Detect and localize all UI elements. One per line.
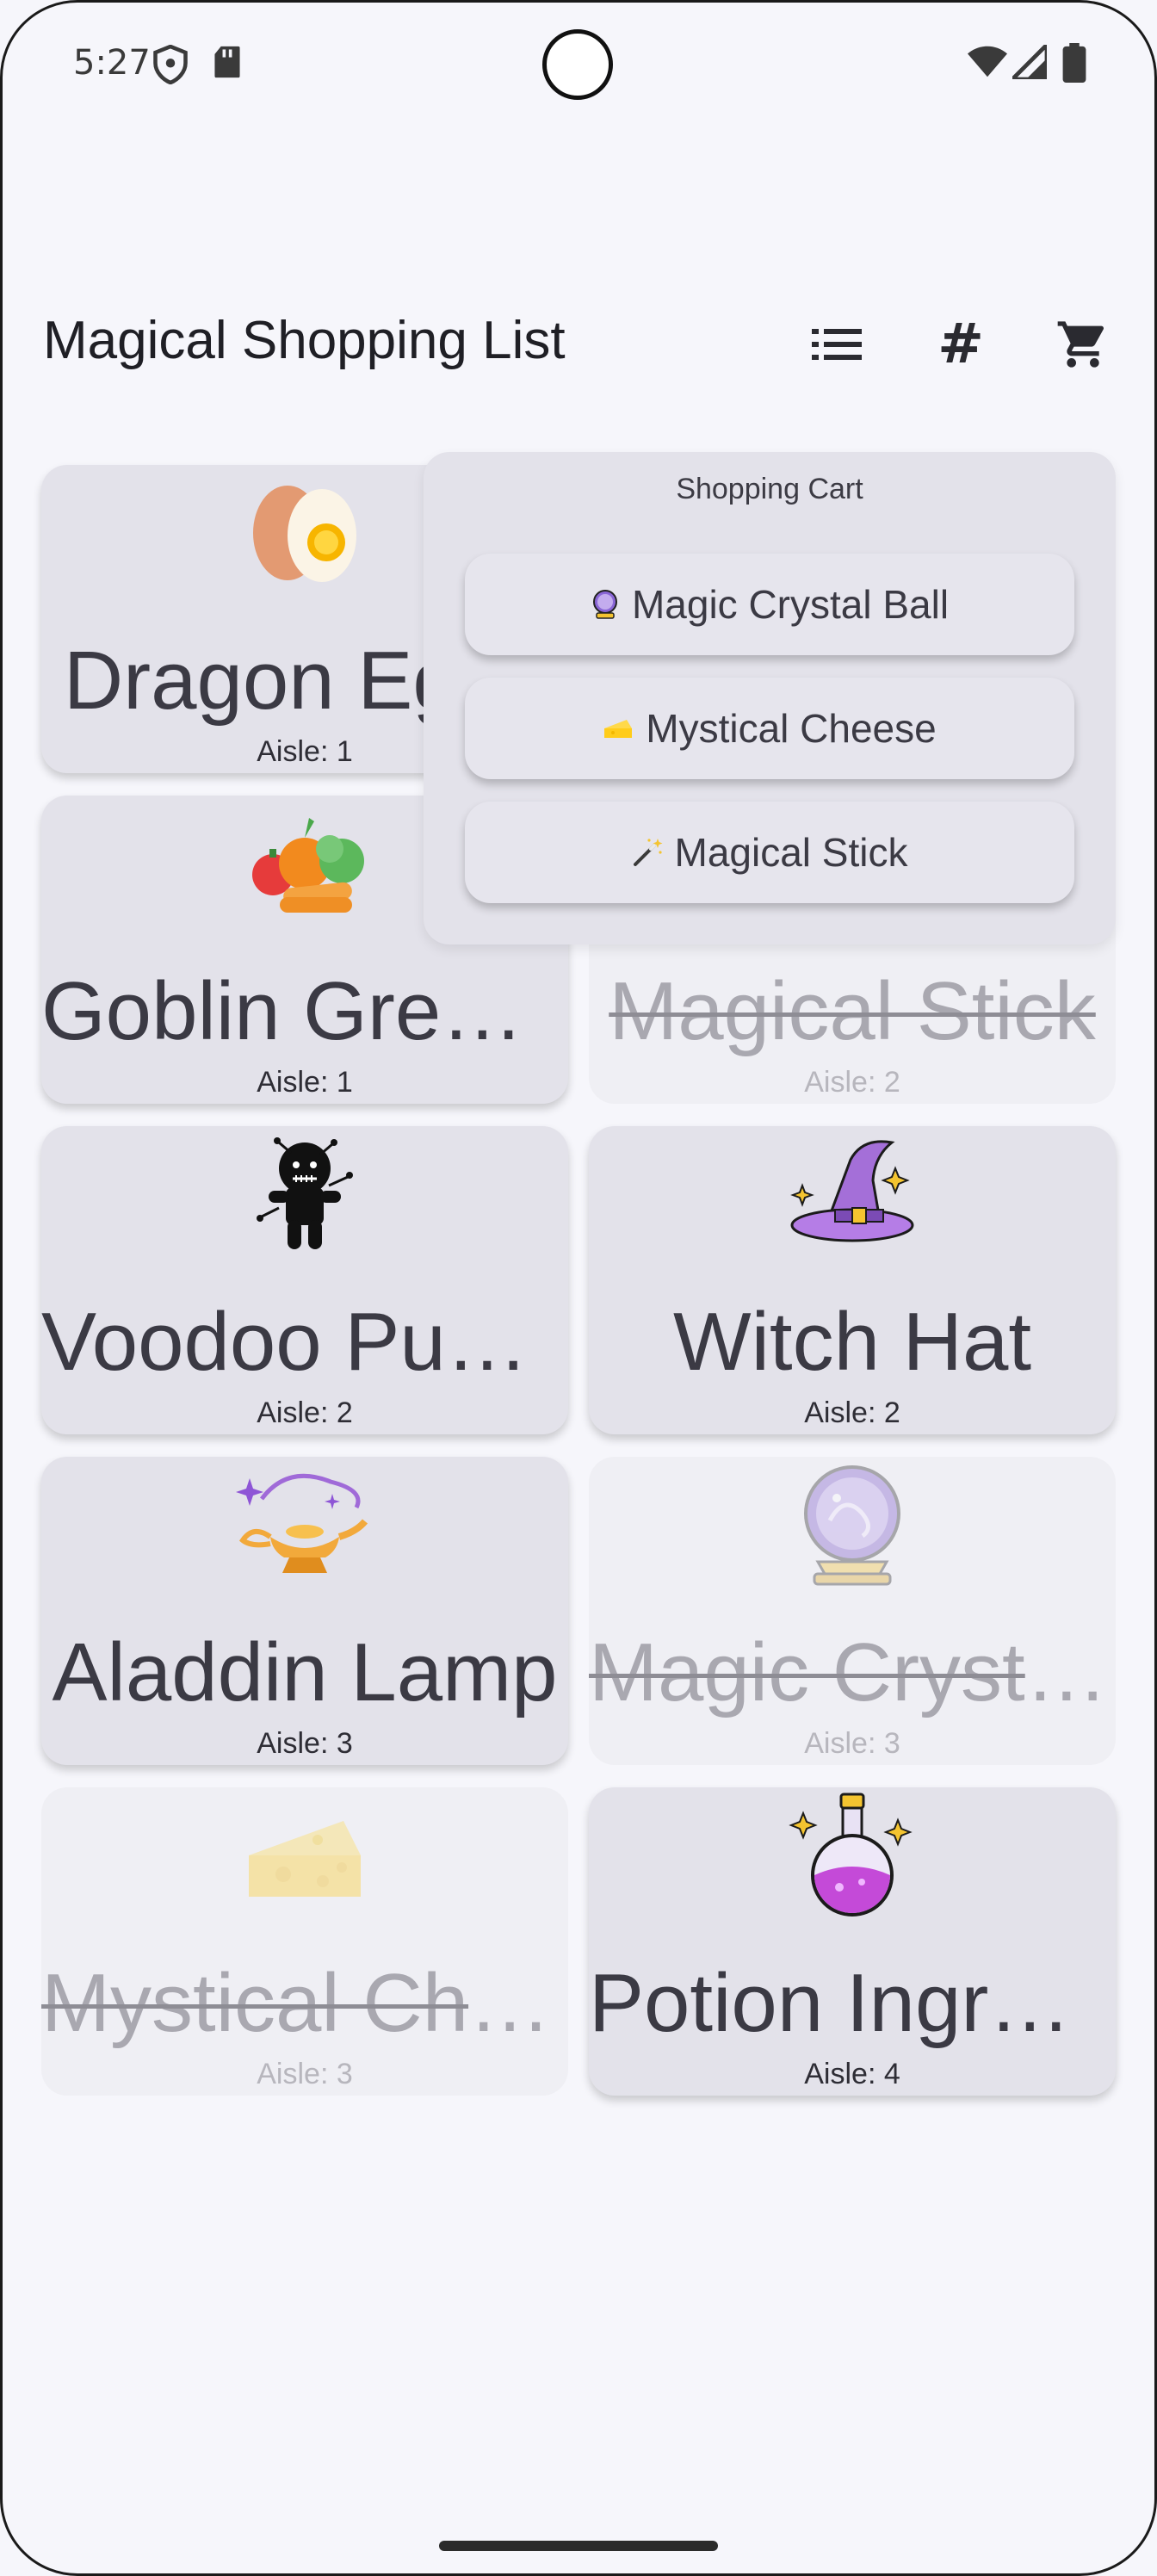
item-name: Voodoo Puppet	[41, 1296, 568, 1388]
magic-lamp-icon	[41, 1469, 568, 1581]
signal-icon	[1012, 45, 1047, 79]
item-aisle: Aisle: 3	[257, 1727, 353, 1760]
cheese-icon	[603, 716, 634, 740]
item-aisle: Aisle: 1	[257, 1066, 353, 1099]
item-aisle: Aisle: 4	[804, 2058, 900, 2090]
crystal-ball-icon	[589, 1465, 1116, 1586]
item-name: Witch Hat	[672, 1296, 1032, 1388]
potion-icon	[589, 1793, 1116, 1917]
cart-item-magic-crystal-ball[interactable]: Magic Crystal Ball	[465, 554, 1074, 655]
magic-wand-icon	[632, 837, 663, 868]
item-aisle: Aisle: 3	[257, 2058, 353, 2090]
item-aisle: Aisle: 2	[804, 1066, 900, 1099]
list-icon	[812, 329, 862, 360]
cart-heading: Shopping Cart	[676, 473, 863, 505]
battery-icon	[1062, 43, 1086, 83]
item-aisle: Aisle: 3	[804, 1727, 900, 1760]
item-name: Mystical Cheese	[41, 1957, 568, 2049]
cart-icon	[1057, 321, 1104, 368]
camera-cutout	[542, 29, 613, 100]
item-card-mystical-cheese[interactable]: Mystical Cheese Aisle: 3	[41, 1787, 568, 2096]
page-title: Magical Shopping List	[43, 311, 566, 370]
cart-item-label: Mystical Cheese	[646, 706, 937, 751]
home-indicator[interactable]	[439, 2541, 718, 2551]
cart-item-magical-stick[interactable]: Magical Stick	[465, 802, 1074, 903]
item-name: Magical Stick	[609, 965, 1096, 1057]
item-aisle: Aisle: 2	[257, 1396, 353, 1429]
item-card-magic-crystal-ball[interactable]: Magic Crystal Ball Aisle: 3	[589, 1457, 1116, 1765]
hash-icon: #	[937, 313, 984, 376]
item-card-witch-hat[interactable]: Witch Hat Aisle: 2	[589, 1126, 1116, 1434]
voodoo-doll-icon	[41, 1137, 568, 1250]
cart-item-mystical-cheese[interactable]: Mystical Cheese	[465, 678, 1074, 779]
wifi-icon	[968, 46, 1007, 77]
item-name: Potion Ingredients	[589, 1957, 1116, 2049]
number-view-button[interactable]: #	[925, 308, 997, 381]
cart-item-label: Magic Crystal Ball	[631, 582, 950, 627]
item-card-voodoo-puppet[interactable]: Voodoo Puppet Aisle: 2	[41, 1126, 568, 1434]
item-name: Goblin Greens	[41, 965, 568, 1057]
shield-icon	[153, 45, 188, 84]
crystal-ball-icon	[591, 589, 620, 620]
item-card-aladdin-lamp[interactable]: Aladdin Lamp Aisle: 3	[41, 1457, 568, 1765]
witch-hat-icon	[589, 1138, 1116, 1250]
item-aisle: Aisle: 2	[804, 1396, 900, 1429]
item-name: Aladdin Lamp	[52, 1626, 558, 1718]
shopping-cart-button[interactable]	[1047, 308, 1119, 381]
list-view-button[interactable]	[801, 308, 873, 381]
item-name: Magic Crystal Ball	[589, 1626, 1116, 1718]
shopping-cart-popup: Shopping Cart Magic Crystal Ball Mystica…	[424, 452, 1116, 944]
status-bar: 5:27	[0, 0, 1157, 129]
sd-card-icon	[214, 46, 240, 78]
status-time: 5:27	[73, 43, 151, 83]
cart-item-label: Magical Stick	[674, 830, 908, 875]
item-card-potion-ingredients[interactable]: Potion Ingredients Aisle: 4	[589, 1787, 1116, 2096]
cheese-icon	[41, 1799, 568, 1911]
